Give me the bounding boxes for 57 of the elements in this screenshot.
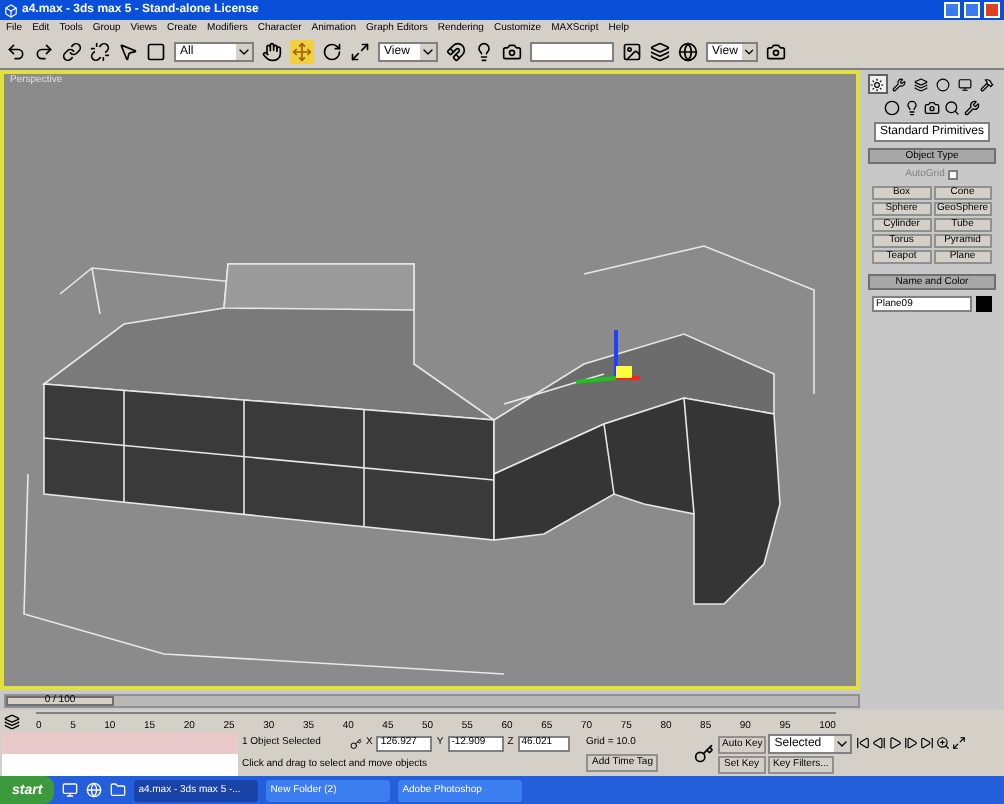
caret-icon <box>741 44 756 60</box>
scale-icon[interactable] <box>350 42 370 62</box>
layers-icon[interactable] <box>650 42 670 62</box>
square-icon[interactable] <box>146 42 166 62</box>
browser-icon[interactable] <box>86 782 103 798</box>
play-icon[interactable] <box>888 736 903 750</box>
autogrid-checkbox[interactable] <box>948 170 959 180</box>
next-frame-icon[interactable] <box>904 736 919 750</box>
wrench-icon <box>892 77 906 91</box>
color-swatch[interactable] <box>976 296 992 312</box>
panel-tab[interactable] <box>977 74 997 94</box>
previous-frame-icon[interactable] <box>872 736 887 750</box>
zoom-extents-icon[interactable] <box>952 736 967 750</box>
maxscript-input-field[interactable] <box>2 754 238 776</box>
track-bar-icon[interactable] <box>4 713 20 729</box>
camera-icon[interactable] <box>502 42 522 62</box>
zoom-icon[interactable] <box>936 736 951 750</box>
camera-icon[interactable] <box>924 100 940 116</box>
maxscript-listener-field[interactable] <box>2 732 238 754</box>
monitor-icon <box>958 77 972 91</box>
undo-icon[interactable] <box>6 42 26 62</box>
globe-icon[interactable] <box>678 42 698 62</box>
light-icon[interactable] <box>904 100 920 116</box>
image-icon[interactable] <box>622 42 642 62</box>
sun-icon <box>870 77 884 91</box>
folder-icon[interactable] <box>110 782 127 798</box>
geometry-icon[interactable] <box>884 100 900 116</box>
named-selection-field[interactable] <box>530 42 614 62</box>
move-gizmo-icon <box>575 330 640 384</box>
move-icon <box>292 42 312 62</box>
select-icon[interactable] <box>118 42 138 62</box>
key-icon[interactable] <box>694 744 714 764</box>
panel-tab[interactable] <box>889 74 909 94</box>
caret-icon <box>420 44 436 60</box>
maximize-button[interactable] <box>964 2 980 18</box>
layers-icon <box>914 77 928 91</box>
magnet-icon[interactable] <box>446 42 466 62</box>
circle-icon <box>936 77 950 91</box>
panel-tab[interactable] <box>911 74 931 94</box>
desktop-icon[interactable] <box>62 782 79 798</box>
minimize-button[interactable] <box>944 2 960 18</box>
move-tool-button[interactable] <box>290 40 314 64</box>
lightbulb-icon[interactable] <box>474 42 494 62</box>
hand-icon[interactable] <box>262 42 282 62</box>
panel-tab[interactable] <box>867 74 887 94</box>
link-icon[interactable] <box>62 42 82 62</box>
hammer-icon <box>980 77 994 91</box>
caret-icon <box>236 44 252 60</box>
app-icon <box>4 3 18 17</box>
panel-tab[interactable] <box>933 74 953 94</box>
redo-icon[interactable] <box>34 42 54 62</box>
panel-tab[interactable] <box>955 74 975 94</box>
go-to-end-icon[interactable] <box>920 736 935 750</box>
go-to-start-icon[interactable] <box>856 736 871 750</box>
unlink-icon[interactable] <box>90 42 110 62</box>
rotate-icon[interactable] <box>322 42 342 62</box>
close-button[interactable] <box>984 2 1000 18</box>
